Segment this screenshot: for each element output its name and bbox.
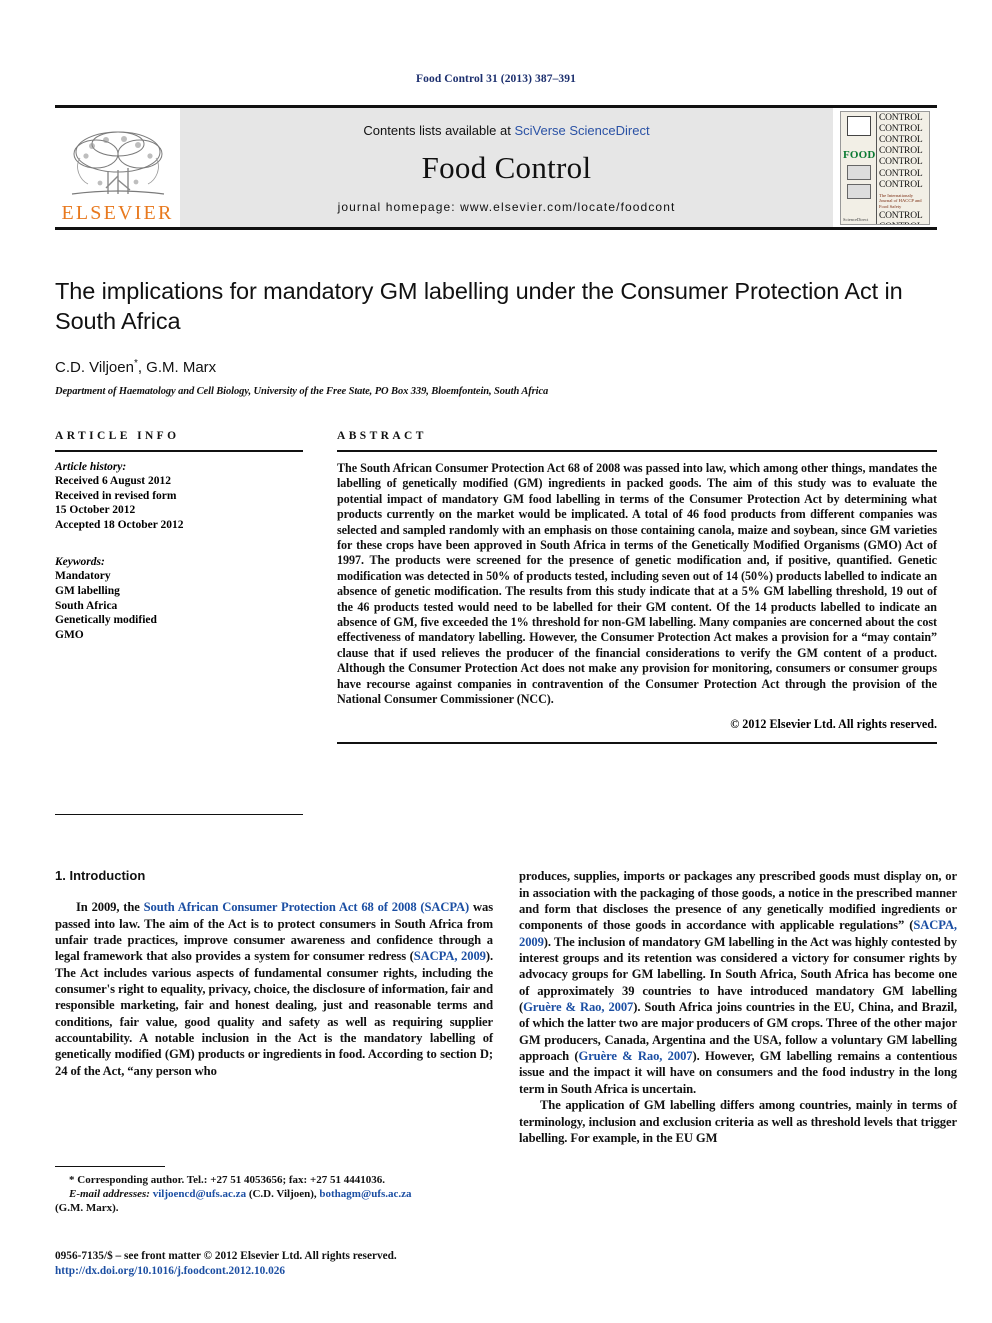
body-columns: 1. Introduction In 2009, the South Afric… [55, 868, 957, 1146]
elsevier-logo: ELSEVIER [55, 108, 180, 227]
footnote-divider [55, 1166, 165, 1167]
divider [337, 450, 937, 452]
par-text: produces, supplies, imports or packages … [519, 869, 957, 933]
contents-available-line: Contents lists available at SciVerse Sci… [363, 123, 649, 138]
par-text: In 2009, the [76, 900, 144, 915]
keyword-item: South Africa [55, 599, 118, 612]
abstract-copyright: © 2012 Elsevier Ltd. All rights reserved… [730, 716, 937, 731]
contents-prefix: Contents lists available at [363, 123, 515, 138]
journal-cover-thumbnail: FOOD ScienceDirect CONTROL CONTROL CONTR… [833, 108, 937, 227]
keyword-item: Genetically modified [55, 614, 157, 627]
citation-link[interactable]: Gruère & Rao, 2007 [579, 1049, 693, 1063]
history-revised-date: 15 October 2012 [55, 504, 136, 517]
keyword-item: GM labelling [55, 584, 120, 597]
author-primary: C.D. Viljoen [55, 359, 134, 376]
cover-control-word: CONTROL [879, 222, 927, 223]
abstract-text: The South African Consumer Protection Ac… [337, 461, 937, 707]
cover-control-word: CONTROL [879, 157, 923, 168]
body-left-column: 1. Introduction In 2009, the South Afric… [55, 868, 493, 1146]
corresponding-author-note: * Corresponding author. Tel.: +27 51 405… [69, 1174, 385, 1186]
journal-band: Contents lists available at SciVerse Sci… [180, 108, 833, 227]
author-list: C.D. Viljoen*, G.M. Marx [55, 358, 937, 376]
citation-link[interactable]: SACPA, 2009 [414, 949, 486, 963]
info-abstract-region: ARTICLE INFO Article history: Received 6… [55, 430, 937, 826]
cover-control-word: CONTROL [879, 146, 923, 157]
abstract-label: ABSTRACT [337, 430, 427, 442]
citation-link[interactable]: Gruère & Rao, 2007 [523, 1000, 633, 1014]
email-owner-1: (C.D. Viljoen), [248, 1188, 317, 1201]
email-addresses-note: E-mail addresses: viljoencd@ufs.ac.za (C… [55, 1187, 493, 1201]
cover-control-word: CONTROL [879, 123, 923, 134]
email-label: E-mail addresses: [69, 1188, 150, 1201]
email-link-marx[interactable]: bothagm@ufs.ac.za [319, 1188, 411, 1200]
cover-left-strip: FOOD ScienceDirect [841, 111, 877, 224]
divider [55, 814, 303, 816]
cover-control-word: CONTROL [879, 179, 923, 190]
cover-food-word: FOOD [843, 148, 876, 161]
abstract-column: ABSTRACT The South African Consumer Prot… [337, 430, 937, 826]
intro-paragraph-right-continued: produces, supplies, imports or packages … [519, 868, 957, 1097]
issn-front-matter: 0956-7135/$ – see front matter © 2012 El… [55, 1250, 397, 1262]
journal-masthead: ELSEVIER Contents lists available at Sci… [55, 105, 937, 230]
elsevier-wordmark: ELSEVIER [61, 202, 174, 224]
journal-title: Food Control [421, 150, 592, 185]
cover-right-strip: CONTROL CONTROL CONTROL CONTROL CONTROL … [877, 112, 929, 224]
section-heading-introduction: 1. Introduction [55, 868, 146, 884]
email-owner-2: (G.M. Marx). [55, 1202, 119, 1215]
par-text: ). The Act includes various aspects of f… [55, 949, 493, 1078]
sciencedirect-link[interactable]: SciVerse ScienceDirect [514, 123, 649, 138]
history-received: Received 6 August 2012 [55, 475, 171, 487]
keyword-item: GMO [55, 628, 84, 641]
cover-subtitle: The Internationaly Journal of HACCP and … [879, 192, 922, 209]
keyword-item: Mandatory [55, 570, 111, 583]
divider [337, 741, 937, 744]
body-right-column: produces, supplies, imports or packages … [519, 868, 957, 1146]
divider [55, 450, 303, 452]
elsevier-tree-icon [66, 128, 170, 202]
author-secondary: , G.M. Marx [137, 359, 217, 376]
cover-artwork: FOOD ScienceDirect CONTROL CONTROL CONTR… [840, 110, 930, 225]
email-link-viljoen[interactable]: viljoencd@ufs.ac.za [153, 1188, 246, 1200]
article-history-label: Article history: [55, 461, 127, 473]
cover-control-word: CONTROL [879, 134, 923, 145]
cover-control-word: CONTROL [879, 112, 923, 123]
cover-elsevier-icon [846, 115, 871, 136]
imprint-block: 0956-7135/$ – see front matter © 2012 El… [55, 1249, 525, 1279]
cover-control-word: CONTROL [879, 211, 923, 222]
cover-image-1 [846, 164, 871, 180]
history-revised: Received in revised form [55, 489, 177, 502]
article-info-label: ARTICLE INFO [55, 430, 180, 442]
cover-control-word: CONTROL [879, 168, 923, 179]
footnote-block: * Corresponding author. Tel.: +27 51 405… [55, 1166, 493, 1216]
title-block: The implications for mandatory GM labell… [55, 276, 937, 397]
intro-paragraph-right-2: The application of GM labelling differs … [519, 1098, 957, 1145]
cover-image-2 [846, 183, 871, 199]
citation-link[interactable]: South African Consumer Protection Act 68… [144, 900, 470, 914]
keywords-label: Keywords: [55, 556, 105, 569]
page-title: The implications for mandatory GM labell… [55, 278, 903, 334]
doi-link[interactable]: http://dx.doi.org/10.1016/j.foodcont.201… [55, 1264, 525, 1279]
article-info-column: ARTICLE INFO Article history: Received 6… [55, 430, 303, 826]
history-accepted: Accepted 18 October 2012 [55, 518, 184, 531]
journal-homepage-link[interactable]: journal homepage: www.elsevier.com/locat… [338, 200, 676, 214]
affiliation: Department of Haematology and Cell Biolo… [55, 386, 549, 397]
article-page: Food Control 31 (2013) 387–391 ELSEVIER … [0, 0, 992, 1323]
running-head: Food Control 31 (2013) 387–391 [416, 73, 576, 85]
intro-paragraph-left: In 2009, the South African Consumer Prot… [55, 899, 493, 1079]
cover-bottom-note: ScienceDirect [843, 216, 869, 222]
